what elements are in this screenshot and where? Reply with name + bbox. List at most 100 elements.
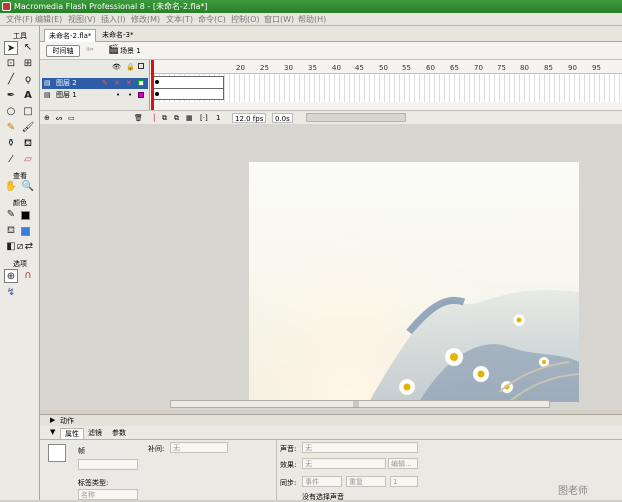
keyframe-dot[interactable] (155, 80, 159, 84)
ink-bottle-tool-icon[interactable]: ⚱ (4, 137, 18, 151)
sync-select[interactable]: 事件 (302, 476, 342, 487)
menu-insert[interactable]: 插入(I) (101, 14, 126, 25)
menu-modify[interactable]: 修改(M) (131, 14, 160, 25)
stroke-color-swatch[interactable] (21, 211, 30, 220)
menu-view[interactable]: 视图(V) (68, 14, 96, 25)
layer-row[interactable]: ▤ 图层 1 • • (42, 90, 148, 101)
menu-window[interactable]: 窗口(W) (264, 14, 294, 25)
center-frame-icon[interactable]: │ (152, 113, 156, 123)
timeline-scrollbar[interactable] (306, 113, 406, 122)
subselection-tool-icon[interactable]: ↖ (21, 41, 35, 55)
edit-sound-button[interactable]: 编辑... (388, 458, 418, 469)
stage-canvas[interactable] (249, 162, 580, 403)
menu-commands[interactable]: 命令(C) (198, 14, 226, 25)
snap-to-objects-icon[interactable]: ⊕ (4, 269, 18, 283)
onion-skin-icon[interactable]: ⧉ (162, 113, 167, 123)
collapse-arrow-icon[interactable]: ▼ (50, 428, 55, 436)
hide-x-icon[interactable]: ✕ (114, 78, 120, 89)
brush-tool-icon[interactable]: 🖌 (21, 121, 35, 135)
back-arrow-icon[interactable]: ⇦ (86, 45, 94, 55)
menu-control[interactable]: 控制(O) (231, 14, 260, 25)
frame-rate[interactable]: 12.0 fps (232, 113, 267, 123)
lock-x-icon[interactable]: ✕ (126, 78, 132, 89)
tab-parameters[interactable]: 参数 (108, 428, 130, 438)
scroll-grip-icon[interactable]: ||| (353, 401, 363, 408)
eyedropper-tool-icon[interactable]: ⁄ (4, 153, 18, 167)
repeat-count-input[interactable]: 1 (390, 476, 418, 487)
unlock-dot-icon[interactable]: • (128, 90, 132, 101)
label-type-select[interactable]: 名称 (78, 489, 138, 500)
lasso-tool-icon[interactable]: ϙ (21, 73, 35, 87)
keyframe-span[interactable] (152, 76, 224, 100)
eraser-tool-icon[interactable]: ▱ (21, 153, 35, 167)
visible-dot-icon[interactable]: • (116, 90, 120, 101)
pen-tool-icon[interactable]: ✒ (4, 89, 18, 103)
selection-tool-icon[interactable]: ➤ (4, 41, 18, 55)
smooth-option-icon[interactable]: ↯ (4, 286, 18, 300)
timeline-toggle-button[interactable]: 时间轴 (46, 45, 80, 57)
tab-document-3[interactable]: 未命名-3* (98, 29, 137, 42)
onion-markers-icon[interactable]: [·] (200, 113, 208, 123)
playhead[interactable] (151, 60, 154, 112)
line-tool-icon[interactable]: ╱ (4, 73, 18, 87)
tab-document-2[interactable]: 未命名-2.fla* (44, 29, 97, 42)
paint-bucket-tool-icon[interactable]: ⛾ (21, 137, 35, 151)
onion-outlines-icon[interactable]: ⧉ (174, 113, 179, 123)
pencil-tool-icon[interactable]: ✎ (4, 121, 18, 135)
layer-row[interactable]: ▤ 图层 2 ✎ ✕ ✕ (42, 78, 148, 89)
menu-edit[interactable]: 编辑(E) (35, 14, 62, 25)
lock-icon[interactable]: 🔒 (126, 63, 135, 71)
outline-color-square[interactable] (138, 92, 144, 98)
text-tool-icon[interactable]: A (21, 89, 35, 103)
rectangle-tool-icon[interactable]: □ (21, 105, 35, 119)
ruler-number: 90 (568, 64, 577, 72)
keyframe-dot[interactable] (155, 92, 159, 96)
sound-select[interactable]: 无 (302, 442, 418, 453)
ruler-number: 45 (355, 64, 364, 72)
expand-arrow-icon[interactable]: ▶ (50, 416, 55, 424)
tab-filters[interactable]: 滤镜 (84, 428, 106, 438)
layer-name: 图层 2 (56, 79, 77, 87)
panel-divider (276, 440, 277, 500)
title-bar: Macromedia Flash Professional 8 - [未命名-2… (0, 0, 622, 13)
frame-name-input[interactable] (78, 459, 138, 470)
magnet-icon[interactable]: ∩ (21, 269, 35, 283)
ruler-number: 30 (284, 64, 293, 72)
add-folder-icon[interactable]: ▭ (68, 113, 75, 123)
stroke-color-icon[interactable]: ✎ (4, 208, 18, 222)
actions-panel-bar[interactable]: ▶ 动作 (40, 414, 622, 426)
oval-tool-icon[interactable]: ○ (4, 105, 18, 119)
scene-icon: 🎬 (108, 45, 120, 55)
menu-bar: 文件(F) 编辑(E) 视图(V) 插入(I) 修改(M) 文本(T) 命令(C… (0, 13, 622, 26)
menu-file[interactable]: 文件(F) (6, 14, 33, 25)
effect-select[interactable]: 无 (302, 458, 386, 469)
fill-color-swatch[interactable] (21, 227, 30, 236)
repeat-select[interactable]: 重复 (346, 476, 386, 487)
tween-select[interactable]: 无 (170, 442, 228, 453)
fill-color-icon[interactable]: ⛾ (4, 224, 18, 238)
sync-label: 同步: (280, 479, 297, 487)
edit-multiple-icon[interactable]: ▦ (186, 113, 193, 123)
actions-label: 动作 (60, 417, 74, 425)
free-transform-tool-icon[interactable]: ⊡ (4, 57, 18, 71)
outline-icon[interactable] (138, 63, 144, 69)
options-header: 选项 (13, 260, 27, 268)
tools-panel: 工具 ➤ ↖ ⊡ ⊞ ╱ ϙ ✒ A ○ □ ✎ 🖌 ⚱ ⛾ ⁄ ▱ 查看 ✋ … (0, 26, 40, 500)
zoom-tool-icon[interactable]: 🔍 (21, 180, 35, 194)
hand-tool-icon[interactable]: ✋ (4, 180, 18, 194)
outline-color-square[interactable] (138, 80, 144, 86)
effect-label: 效果: (280, 461, 297, 469)
menu-text[interactable]: 文本(T) (166, 14, 193, 25)
stage-horizontal-scrollbar[interactable]: ||| (170, 400, 550, 408)
menu-help[interactable]: 帮助(H) (298, 14, 326, 25)
flower-photo (369, 289, 580, 403)
add-layer-icon[interactable]: ⊕ (44, 113, 50, 123)
tab-properties[interactable]: 属性 (60, 428, 84, 439)
window-title: Macromedia Flash Professional 8 - [未命名-2… (14, 2, 208, 11)
layer-icon: ▤ (44, 91, 51, 99)
swap-colors-icon[interactable]: ⇄ (22, 240, 36, 254)
add-guide-icon[interactable]: ᔕ (56, 113, 62, 123)
eye-icon[interactable]: 👁 (112, 63, 121, 71)
delete-layer-icon[interactable]: 🗑 (134, 113, 143, 123)
fill-transform-tool-icon[interactable]: ⊞ (21, 57, 35, 71)
